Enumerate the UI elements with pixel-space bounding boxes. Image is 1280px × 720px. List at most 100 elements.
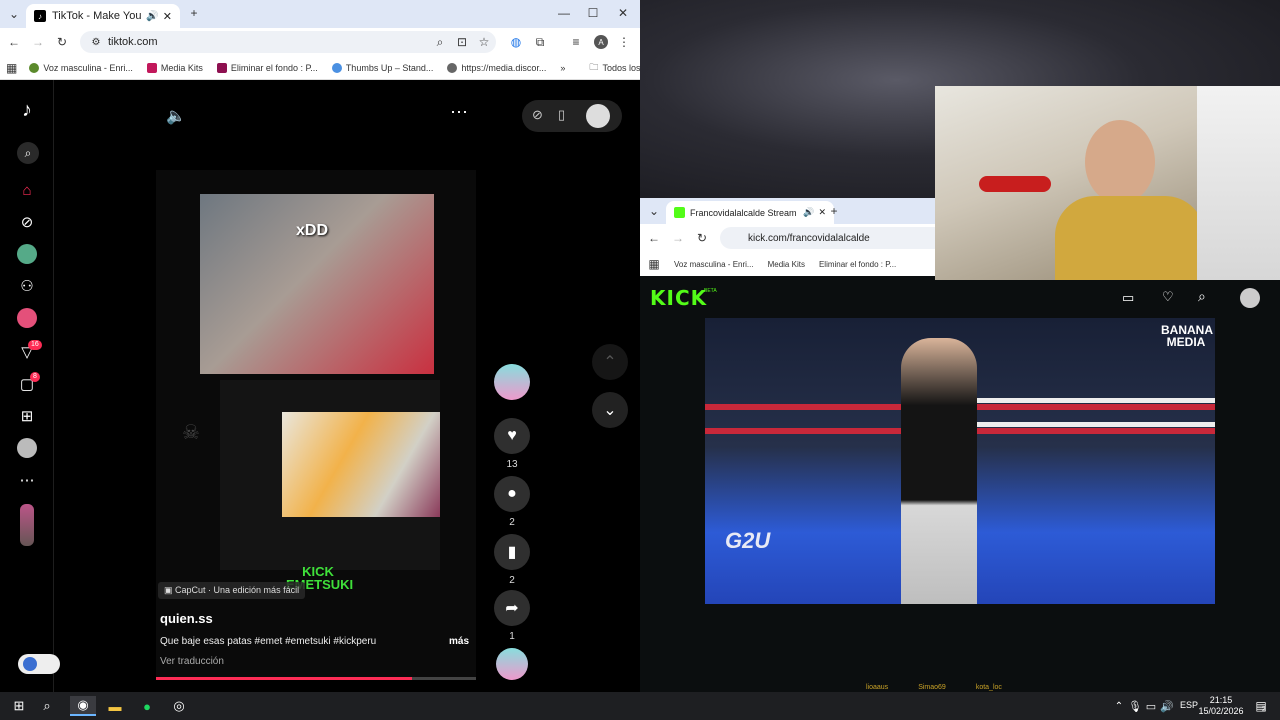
close-tab-icon[interactable]: ✕ bbox=[818, 207, 826, 218]
back-icon[interactable]: ← bbox=[6, 34, 22, 50]
prev-video-button[interactable]: ⌃ bbox=[592, 344, 628, 380]
share-button[interactable]: ➦ bbox=[494, 590, 530, 626]
search-icon[interactable]: ⌕ bbox=[1198, 288, 1206, 305]
more-link[interactable]: más bbox=[449, 636, 469, 647]
bookmark-3[interactable]: Eliminar el fondo : P... bbox=[819, 260, 896, 269]
new-tab-icon[interactable]: + bbox=[186, 5, 202, 21]
heart-icon[interactable]: ♡ bbox=[1162, 289, 1174, 305]
volume-icon[interactable]: 🔊 bbox=[1156, 696, 1178, 716]
next-video-button[interactable]: ⌄ bbox=[592, 392, 628, 428]
profile-avatar-icon[interactable] bbox=[17, 438, 37, 458]
tab-title: TikTok - Make Your Day bbox=[52, 10, 142, 22]
like-button[interactable]: ♥ bbox=[494, 418, 530, 454]
app-toggle[interactable] bbox=[18, 654, 60, 674]
device-icon[interactable]: ▯ bbox=[558, 107, 565, 123]
kick-logo[interactable]: KICK bbox=[650, 286, 707, 310]
tab-tiktok[interactable]: ♪ TikTok - Make Your Day 🔊 ✕ bbox=[26, 4, 180, 28]
following-icon[interactable]: ⚇ bbox=[17, 276, 37, 296]
more-icon[interactable]: ⋯ bbox=[17, 470, 37, 490]
search-icon[interactable]: ⌕ bbox=[36, 696, 58, 716]
friends-avatar-icon[interactable] bbox=[17, 308, 37, 328]
audio-icon[interactable]: ◍ bbox=[508, 34, 524, 50]
stream-video[interactable]: G2U BANANA MEDIA bbox=[705, 318, 1215, 604]
progress-track[interactable] bbox=[156, 677, 476, 680]
search-icon[interactable]: ⌕ bbox=[17, 142, 39, 164]
ring-logo: G2U bbox=[725, 528, 771, 553]
back-icon[interactable]: ← bbox=[646, 230, 662, 246]
video-player[interactable]: xDD ☠ KICK EMETSUKI ▣ CapCut · Una edici… bbox=[156, 170, 476, 680]
bookmark-label: Eliminar el fondo : P... bbox=[230, 62, 318, 73]
address-toolbar: ← → ↻ tiktok.com ⚙ ⌕ ⊡ ☆ ◍ ⧉ ≡ A ⋮ bbox=[0, 28, 640, 56]
obs-icon[interactable]: ◎ bbox=[168, 696, 190, 716]
comment-button[interactable]: ● bbox=[494, 476, 530, 512]
zoom-icon[interactable]: ⌕ bbox=[432, 34, 448, 50]
more-options-icon[interactable]: ⋯ bbox=[450, 102, 468, 123]
bookmark-5[interactable]: https://media.discor... bbox=[447, 62, 546, 73]
tab-kick[interactable]: Francovidalalcalde Stream 🔊 ✕ bbox=[666, 201, 834, 224]
volume-icon[interactable]: 🔈 bbox=[166, 106, 186, 126]
home-icon[interactable]: ⌂ bbox=[17, 180, 37, 200]
install-icon[interactable]: ⊡ bbox=[454, 34, 470, 50]
compass-icon[interactable]: ⊘ bbox=[532, 107, 543, 123]
chat-user[interactable]: lioaaus bbox=[866, 684, 888, 692]
bookmark-2[interactable]: Media Kits bbox=[146, 62, 203, 73]
bookmark-3[interactable]: Eliminar el fondo : P... bbox=[216, 62, 318, 73]
live-avatar-icon[interactable] bbox=[17, 244, 37, 264]
chat-user[interactable]: Simao69 bbox=[918, 684, 946, 692]
apps-icon[interactable]: ▦ bbox=[6, 60, 17, 76]
like-count: 13 bbox=[506, 459, 518, 470]
reload-icon[interactable]: ↻ bbox=[694, 230, 710, 246]
tab-search-icon[interactable]: ⌄ bbox=[646, 203, 662, 219]
share-icon: ➦ bbox=[505, 600, 519, 617]
tiktok-logo-icon[interactable]: ♪ bbox=[17, 99, 37, 121]
user-avatar-icon[interactable] bbox=[1240, 288, 1260, 308]
chrome-icon[interactable]: ◉ bbox=[70, 696, 96, 716]
language-indicator[interactable]: ESP bbox=[1180, 700, 1198, 710]
save-button[interactable]: ▮ bbox=[494, 534, 530, 570]
bookmark-1[interactable]: Voz masculina - Enri... bbox=[674, 260, 754, 269]
clock[interactable]: 21:15 15/02/2026 bbox=[1198, 695, 1244, 717]
minimize-icon[interactable]: — bbox=[556, 5, 572, 21]
close-tab-icon[interactable]: ✕ bbox=[163, 10, 172, 23]
speaker-icon[interactable]: 🔊 bbox=[146, 11, 158, 22]
extensions-icon[interactable]: ⧉ bbox=[532, 34, 548, 50]
more-bookmarks-icon[interactable]: » bbox=[560, 63, 565, 73]
windows-start-icon[interactable]: ⊞ bbox=[8, 696, 30, 716]
new-tab-icon[interactable]: + bbox=[826, 203, 842, 219]
creator-avatar[interactable] bbox=[494, 364, 530, 400]
tab-search-icon[interactable]: ⌄ bbox=[6, 6, 22, 22]
menu-icon[interactable]: ⋮ bbox=[616, 34, 632, 50]
bookmark-1[interactable]: Voz masculina - Enri... bbox=[29, 62, 133, 73]
maximize-icon[interactable]: ☐ bbox=[585, 5, 601, 21]
profile-avatar[interactable]: A bbox=[594, 35, 608, 49]
media-icon[interactable]: ≡ bbox=[568, 34, 584, 50]
bookmark-4[interactable]: Thumbs Up – Stand... bbox=[331, 62, 433, 73]
spotify-icon[interactable]: ● bbox=[136, 696, 158, 716]
share-count: 1 bbox=[509, 631, 515, 642]
reload-icon[interactable]: ↻ bbox=[54, 34, 70, 50]
explore-icon[interactable]: ⊘ bbox=[17, 212, 37, 232]
bookmark-2[interactable]: Media Kits bbox=[768, 260, 805, 269]
comment-icon: ● bbox=[507, 485, 517, 502]
user-avatar-icon[interactable] bbox=[586, 104, 610, 128]
upload-icon[interactable]: ⊞ bbox=[17, 406, 37, 426]
site-info-icon[interactable]: ⚙ bbox=[88, 34, 104, 50]
bookmark-label: Media Kits bbox=[160, 62, 203, 73]
music-disc[interactable] bbox=[496, 648, 528, 680]
following-icon[interactable]: ▭ bbox=[1122, 290, 1134, 306]
forward-icon[interactable]: → bbox=[670, 230, 686, 246]
capcut-tag[interactable]: ▣ CapCut · Una edición más fácil bbox=[158, 582, 306, 599]
creator-avatars[interactable] bbox=[20, 504, 34, 546]
file-explorer-icon[interactable]: ▬ bbox=[104, 696, 126, 716]
speaker-icon[interactable]: 🔊 bbox=[803, 207, 814, 218]
chat-user[interactable]: kota_loc bbox=[976, 684, 1002, 692]
notifications-icon[interactable]: ▤ bbox=[1250, 696, 1272, 716]
bookmark-star-icon[interactable]: ☆ bbox=[476, 34, 492, 50]
apps-icon[interactable]: ▦ bbox=[646, 256, 662, 272]
close-window-icon[interactable]: ✕ bbox=[615, 5, 631, 21]
translate-link[interactable]: Ver traducción bbox=[160, 656, 224, 667]
all-bookmarks[interactable]: 🗀Todos los favoritos bbox=[589, 60, 640, 76]
forward-icon[interactable]: → bbox=[30, 34, 46, 50]
video-username[interactable]: quien.ss bbox=[160, 611, 213, 626]
messages-badge: 8 bbox=[30, 372, 40, 382]
